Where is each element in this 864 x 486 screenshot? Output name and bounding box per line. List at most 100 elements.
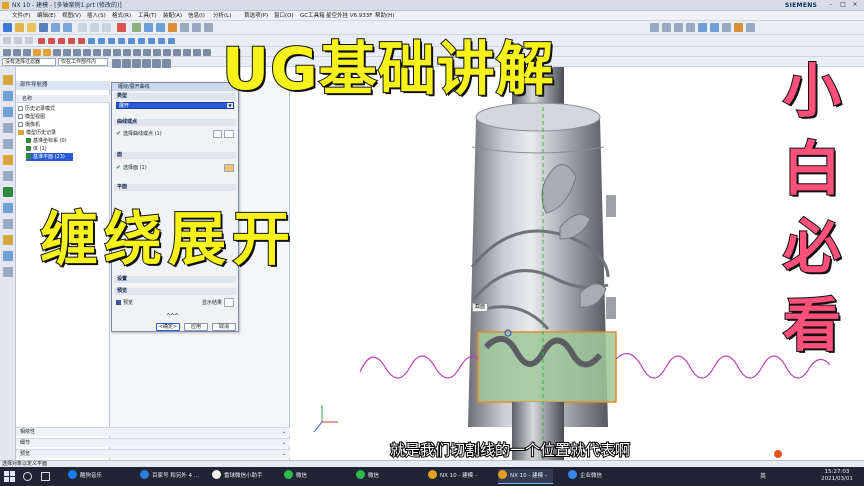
search-icon[interactable] bbox=[23, 472, 32, 481]
tree-item[interactable]: 模型视图 bbox=[18, 113, 45, 121]
tree-item-selected[interactable]: 基准平面 (23) bbox=[26, 153, 73, 161]
feature-icon-11[interactable] bbox=[103, 49, 111, 56]
new-file-icon[interactable] bbox=[15, 23, 24, 32]
rectangle-icon[interactable] bbox=[78, 38, 85, 44]
section-type[interactable]: 类型 bbox=[114, 93, 236, 100]
orient-icon[interactable] bbox=[722, 23, 731, 32]
taskbar-item-baijiahao[interactable]: 百家号 和另外 4 ... bbox=[140, 469, 199, 484]
section-details[interactable]: 细节 ⌄ bbox=[16, 438, 290, 447]
maximize-button[interactable]: □ bbox=[838, 1, 848, 9]
section-curve-or-point[interactable]: 曲线或点 bbox=[114, 119, 236, 126]
redo-icon[interactable] bbox=[63, 23, 72, 32]
select-icon-3[interactable] bbox=[132, 59, 141, 68]
feature-icon-12[interactable] bbox=[113, 49, 121, 56]
section-preview[interactable]: 预览 ⌄ bbox=[16, 449, 290, 458]
delete-icon[interactable] bbox=[117, 23, 126, 32]
feature-icon-14[interactable] bbox=[133, 49, 141, 56]
apply-button[interactable]: 应用 bbox=[184, 323, 208, 331]
polygon-icon[interactable] bbox=[88, 38, 95, 44]
web-browser-tab-icon[interactable] bbox=[3, 155, 13, 165]
chamfer-icon[interactable] bbox=[204, 23, 213, 32]
menu-insert[interactable]: 插入(S) bbox=[87, 11, 106, 21]
shaded-icon[interactable] bbox=[698, 23, 707, 32]
show-result-icon[interactable] bbox=[224, 298, 234, 307]
spline-icon[interactable] bbox=[98, 38, 105, 44]
menu-view[interactable]: 视图(V) bbox=[62, 11, 81, 21]
taskbar-item-nx-2[interactable]: NX 10 - 建模 - bbox=[498, 469, 553, 484]
select-icon-5[interactable] bbox=[152, 59, 161, 68]
constraint-navigator-tab-icon[interactable] bbox=[3, 107, 13, 117]
preview-checkbox[interactable] bbox=[116, 300, 121, 305]
constraint-icon[interactable] bbox=[158, 38, 165, 44]
process-studio-tab-icon[interactable] bbox=[3, 203, 13, 213]
select-icon-4[interactable] bbox=[142, 59, 151, 68]
tree-item[interactable]: 摄像机 bbox=[18, 121, 40, 129]
history-tab-icon[interactable] bbox=[3, 171, 13, 181]
dimension-icon[interactable] bbox=[168, 38, 175, 44]
save-icon[interactable] bbox=[39, 23, 48, 32]
feature-icon-20[interactable] bbox=[193, 49, 201, 56]
windows-start-icon[interactable] bbox=[4, 471, 15, 482]
reuse-library-tab-icon[interactable] bbox=[3, 123, 13, 133]
more-options-icon[interactable]: ^^^ bbox=[166, 313, 179, 320]
system-clock[interactable]: 15:27:03 2021/03/01 bbox=[812, 469, 862, 483]
feature-icon-21[interactable] bbox=[203, 49, 211, 56]
open-file-icon[interactable] bbox=[27, 23, 36, 32]
section-icon[interactable] bbox=[734, 23, 743, 32]
arc-icon[interactable] bbox=[48, 38, 55, 44]
feature-icon-8[interactable] bbox=[73, 49, 81, 56]
feature-icon-2[interactable] bbox=[13, 49, 21, 56]
menu-tools[interactable]: 工具(T) bbox=[138, 11, 157, 21]
navigator-column-name[interactable]: 名称 bbox=[16, 95, 110, 103]
feature-icon-17[interactable] bbox=[163, 49, 171, 56]
wireframe-icon[interactable] bbox=[710, 23, 719, 32]
select-curve-icon[interactable] bbox=[224, 130, 234, 138]
extra-tab-icon-2[interactable] bbox=[3, 267, 13, 277]
select-icon-2[interactable] bbox=[122, 59, 131, 68]
feature-icon-7[interactable] bbox=[63, 49, 71, 56]
menu-analysis[interactable]: 分析(L) bbox=[213, 11, 231, 21]
filter-select[interactable]: 没有选择过滤器 bbox=[2, 58, 56, 66]
taskbar-item-wechat-1[interactable]: 微信 bbox=[284, 469, 307, 484]
pattern-curve-icon[interactable] bbox=[148, 38, 155, 44]
feature-icon-18[interactable] bbox=[173, 49, 181, 56]
sketch-tool-icon[interactable] bbox=[3, 37, 11, 44]
select-icon-1[interactable] bbox=[112, 59, 121, 68]
extrude-icon[interactable] bbox=[144, 23, 153, 32]
close-button[interactable]: × bbox=[850, 1, 860, 9]
feature-icon-1[interactable] bbox=[3, 49, 11, 56]
finish-sketch-icon[interactable] bbox=[25, 37, 33, 44]
offset-curve-icon[interactable] bbox=[108, 38, 115, 44]
section-dependencies[interactable]: 相依性 ⌄ bbox=[16, 427, 290, 436]
menu-file[interactable]: 文件(F) bbox=[12, 11, 30, 21]
menu-edit[interactable]: 编辑(E) bbox=[37, 11, 56, 21]
feature-icon-16[interactable] bbox=[153, 49, 161, 56]
circle-icon[interactable] bbox=[58, 38, 65, 44]
copy-icon[interactable] bbox=[90, 23, 99, 32]
sketch-icon[interactable] bbox=[132, 23, 141, 32]
line-icon[interactable] bbox=[38, 38, 45, 44]
tree-item[interactable]: 模型历史记录 bbox=[18, 129, 56, 137]
menu-preferences[interactable]: 首选项(P) bbox=[244, 11, 268, 21]
boolean-icon[interactable] bbox=[180, 23, 189, 32]
cancel-button[interactable]: 取消 bbox=[212, 323, 236, 331]
task-view-icon[interactable] bbox=[41, 472, 50, 481]
cut-icon[interactable] bbox=[78, 23, 87, 32]
menu-window[interactable]: 窗口(O) bbox=[274, 11, 294, 21]
pan-icon[interactable] bbox=[674, 23, 683, 32]
minimize-button[interactable]: – bbox=[826, 1, 836, 9]
hd3d-tab-icon[interactable] bbox=[3, 139, 13, 149]
feature-icon-9[interactable] bbox=[83, 49, 91, 56]
feature-icon-3[interactable] bbox=[23, 49, 31, 56]
menu-info[interactable]: 信息(I) bbox=[188, 11, 205, 21]
revolve-icon[interactable] bbox=[156, 23, 165, 32]
input-language-indicator[interactable]: 英 bbox=[760, 469, 766, 484]
menu-xingkong[interactable]: 星空外挂 V6.933F bbox=[326, 11, 372, 21]
feature-icon-5[interactable] bbox=[43, 49, 51, 56]
curve-rule-icon[interactable] bbox=[213, 130, 222, 138]
trim-curve-icon[interactable] bbox=[118, 38, 125, 44]
menu-assembly[interactable]: 装配(A) bbox=[163, 11, 182, 21]
undo-icon[interactable] bbox=[51, 23, 60, 32]
feature-icon-19[interactable] bbox=[183, 49, 191, 56]
section-plane[interactable]: 平面 bbox=[114, 184, 236, 191]
